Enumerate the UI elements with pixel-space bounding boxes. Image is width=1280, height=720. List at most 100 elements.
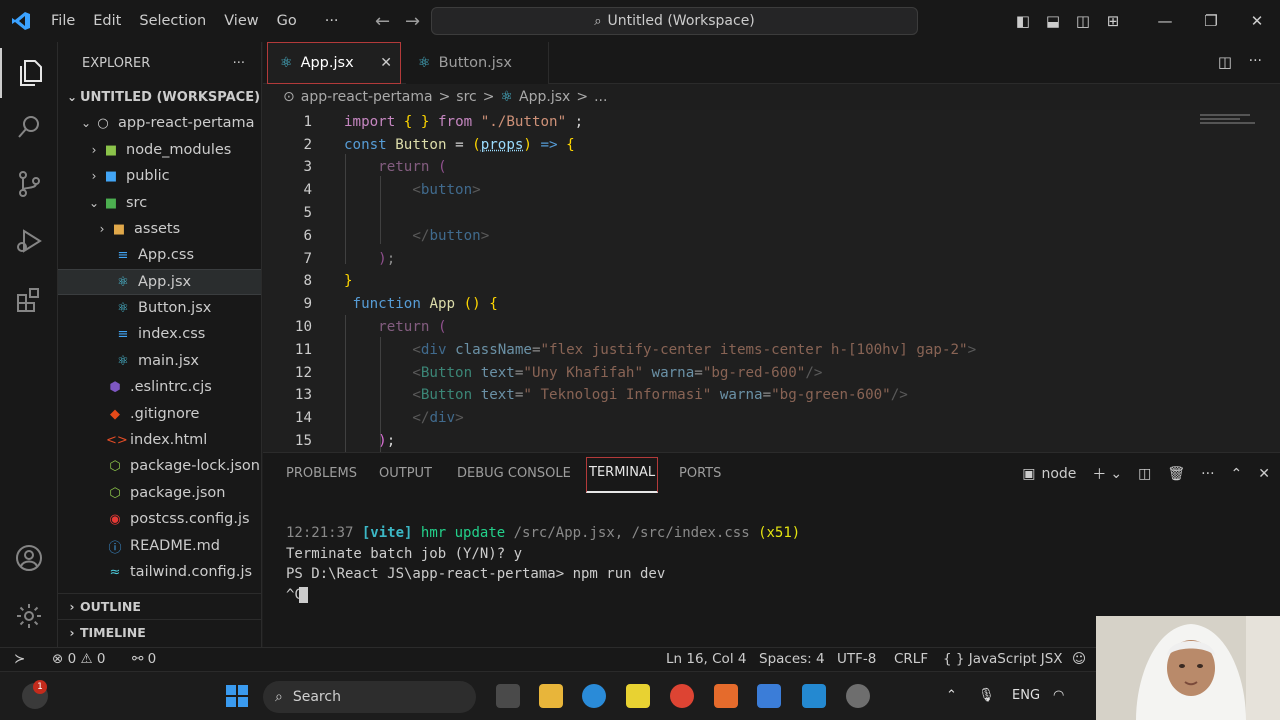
- language-status[interactable]: { } JavaScript JSX: [943, 651, 1063, 667]
- tray-chevron-icon[interactable]: ⌃: [946, 688, 957, 703]
- file-explorer-icon[interactable]: [539, 684, 563, 708]
- windows-start-icon[interactable]: [225, 684, 249, 708]
- edge-icon[interactable]: [582, 684, 606, 708]
- photos-icon[interactable]: [757, 684, 781, 708]
- split-terminal-icon[interactable]: ◫: [1138, 466, 1151, 482]
- split-editor-icon[interactable]: ◫: [1218, 53, 1232, 71]
- run-debug-icon[interactable]: [0, 216, 58, 266]
- tree-item-public[interactable]: › ■ public: [58, 163, 261, 189]
- menu-selection[interactable]: Selection: [130, 0, 215, 42]
- panel-more-icon[interactable]: ···: [1201, 466, 1214, 482]
- remote-icon[interactable]: ≻: [14, 651, 25, 667]
- react-file-icon: ⚛: [500, 89, 514, 105]
- toggle-sidebar-icon[interactable]: ◧: [1008, 12, 1038, 30]
- tab-output[interactable]: OUTPUT: [379, 463, 432, 495]
- taskbar-search[interactable]: ⌕ Search: [263, 681, 476, 713]
- minimize-icon[interactable]: —: [1142, 12, 1188, 30]
- toggle-panel-icon[interactable]: ⬓: [1038, 12, 1068, 30]
- code-editor[interactable]: 1 import { } from "./Button" ; 2 const But…: [263, 110, 1280, 452]
- extensions-icon[interactable]: [0, 275, 58, 325]
- wifi-icon[interactable]: ◠: [1053, 688, 1064, 703]
- breadcrumb-symbol[interactable]: ...: [594, 89, 607, 105]
- tree-item-app-css[interactable]: ≡ App.css: [58, 242, 261, 268]
- copilot-icon[interactable]: ☺: [1072, 651, 1086, 667]
- tree-item-index-css[interactable]: ≡ index.css: [58, 321, 261, 347]
- tree-item-package-lock[interactable]: ⬡ package-lock.json: [58, 453, 261, 479]
- workspace-header[interactable]: ⌄ UNTITLED (WORKSPACE): [58, 84, 261, 110]
- tree-item-gitignore[interactable]: ◆ .gitignore: [58, 401, 261, 427]
- language-indicator[interactable]: ENG: [1012, 688, 1040, 703]
- tab-app-jsx[interactable]: ⚛ App.jsx ✕: [267, 42, 401, 84]
- tree-item-node-modules[interactable]: › ■ node_modules: [58, 137, 261, 163]
- project-root[interactable]: ⌄ ○ app-react-pertama: [58, 110, 261, 136]
- tab-terminal[interactable]: TERMINAL: [586, 457, 659, 493]
- tab-problems[interactable]: PROBLEMS: [286, 463, 357, 495]
- command-center[interactable]: ⌕ Untitled (Workspace): [431, 7, 918, 35]
- tree-item-main-jsx[interactable]: ⚛ main.jsx: [58, 348, 261, 374]
- search-icon[interactable]: [0, 102, 58, 152]
- tree-item-readme[interactable]: ⓘ README.md: [58, 533, 261, 559]
- task-view-icon[interactable]: [496, 684, 520, 708]
- close-tab-icon[interactable]: ✕: [380, 55, 392, 71]
- errors-status[interactable]: ⊗ 0 ⚠ 0: [52, 651, 105, 667]
- explorer-icon[interactable]: [0, 48, 58, 98]
- back-arrow-icon[interactable]: ←: [368, 11, 398, 32]
- source-control-icon[interactable]: [0, 159, 58, 209]
- tree-item-eslintrc[interactable]: ⬢ .eslintrc.cjs: [58, 374, 261, 400]
- tree-item-index-html[interactable]: <> index.html: [58, 427, 261, 453]
- menu-go[interactable]: Go: [268, 0, 306, 42]
- customize-layout-icon[interactable]: ⊞: [1098, 12, 1128, 30]
- menu-more[interactable]: ···: [316, 0, 348, 42]
- settings-icon[interactable]: [846, 684, 870, 708]
- maximize-panel-icon[interactable]: ⌃: [1231, 466, 1243, 482]
- tree-item-label: Button.jsx: [138, 300, 212, 316]
- breadcrumb-file[interactable]: App.jsx: [519, 89, 570, 105]
- breadcrumb-src[interactable]: src: [456, 89, 476, 105]
- terminal-output[interactable]: 12:21:37 [vite] hmr update /src/App.jsx,…: [286, 523, 800, 605]
- timeline-section[interactable]: › TIMELINE: [58, 619, 261, 645]
- restore-icon[interactable]: ❐: [1188, 12, 1234, 30]
- explorer-more-button[interactable]: ···: [233, 56, 245, 71]
- shell-name[interactable]: node: [1041, 466, 1076, 482]
- microphone-icon[interactable]: 🎙: [978, 688, 995, 703]
- toggle-secondary-sidebar-icon[interactable]: ◫: [1068, 12, 1098, 30]
- eol-status[interactable]: CRLF: [894, 651, 928, 667]
- tab-ports[interactable]: PORTS: [679, 463, 721, 495]
- tree-item-app-jsx[interactable]: ⚛ App.jsx: [58, 269, 261, 295]
- indentation-status[interactable]: Spaces: 4: [759, 651, 825, 667]
- menu-file[interactable]: File: [42, 0, 84, 42]
- tree-item-package-json[interactable]: ⬡ package.json: [58, 480, 261, 506]
- tree-item-button-jsx[interactable]: ⚛ Button.jsx: [58, 295, 261, 321]
- tree-item-postcss[interactable]: ◉ postcss.config.js: [58, 506, 261, 532]
- tab-button-jsx[interactable]: ⚛ Button.jsx: [406, 42, 549, 84]
- encoding-status[interactable]: UTF-8: [837, 651, 876, 667]
- trash-icon[interactable]: 🗑: [1167, 466, 1185, 482]
- react-file-icon: ⚛: [418, 55, 431, 71]
- tab-label: Button.jsx: [438, 55, 512, 71]
- chrome-icon[interactable]: [670, 684, 694, 708]
- minimap[interactable]: [1200, 114, 1260, 144]
- tab-debug-console[interactable]: DEBUG CONSOLE: [457, 463, 571, 495]
- menu-view[interactable]: View: [215, 0, 267, 42]
- new-terminal-icon[interactable]: ＋: [1092, 464, 1106, 484]
- menu-edit[interactable]: Edit: [84, 0, 130, 42]
- forward-arrow-icon[interactable]: →: [398, 11, 428, 32]
- manage-gear-icon[interactable]: [0, 591, 58, 641]
- breadcrumb-project[interactable]: app-react-pertama: [301, 89, 433, 105]
- sticky-notes-icon[interactable]: [626, 684, 650, 708]
- outline-section[interactable]: › OUTLINE: [58, 593, 261, 619]
- tree-item-assets[interactable]: › ■ assets: [58, 216, 261, 242]
- editor-more-icon[interactable]: ···: [1249, 53, 1262, 69]
- close-window-icon[interactable]: ✕: [1234, 12, 1280, 30]
- cursor-position[interactable]: Ln 16, Col 4: [666, 651, 746, 667]
- ports-status[interactable]: ⚯ 0: [132, 651, 156, 667]
- tree-item-tailwind[interactable]: ≈ tailwind.config.js: [58, 559, 261, 585]
- tree-item-label: package-lock.json: [130, 458, 260, 474]
- chevron-down-icon[interactable]: ⌄: [1110, 466, 1122, 482]
- vscode-taskbar-icon[interactable]: [802, 684, 826, 708]
- close-panel-icon[interactable]: ✕: [1258, 466, 1270, 482]
- account-icon[interactable]: [0, 533, 58, 583]
- tree-item-src[interactable]: ⌄ ■ src: [58, 190, 261, 216]
- brave-icon[interactable]: [714, 684, 738, 708]
- chevron-right-icon: ›: [99, 222, 105, 236]
